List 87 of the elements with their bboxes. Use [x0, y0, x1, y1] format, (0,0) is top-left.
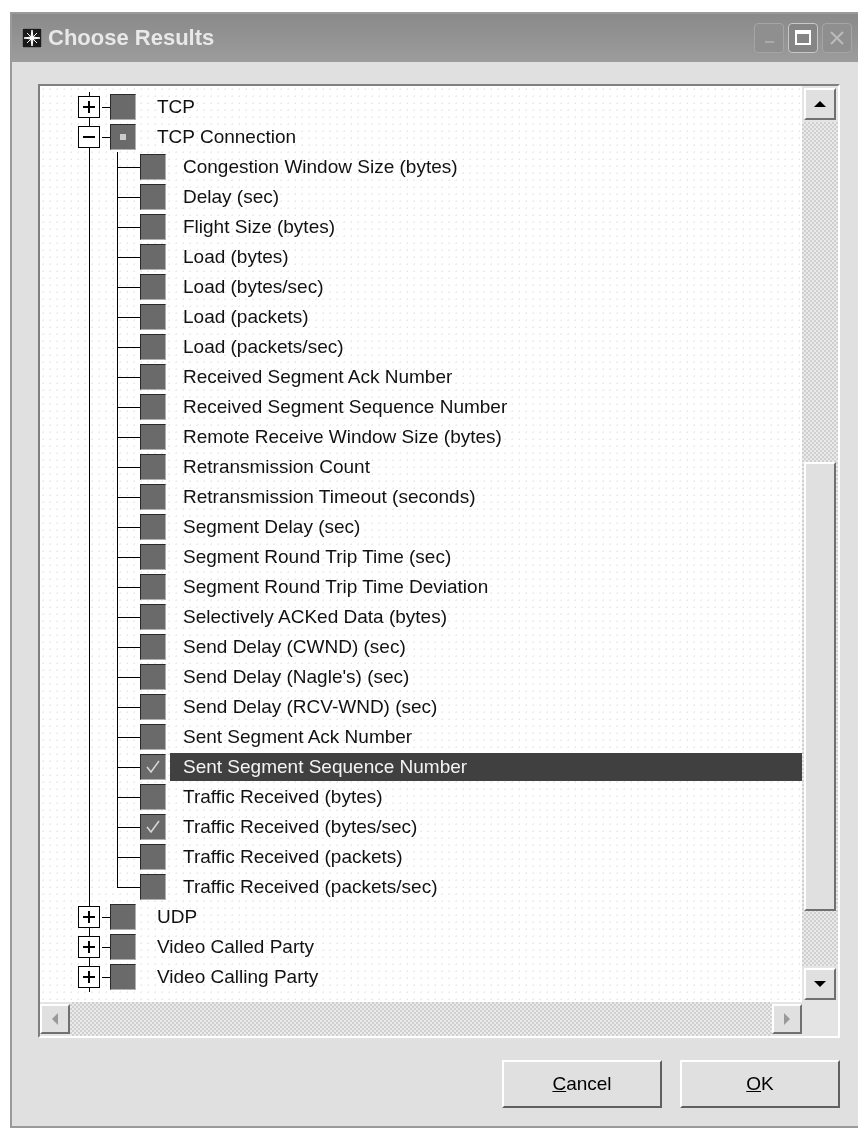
plus-icon [83, 971, 95, 983]
checkbox[interactable] [140, 874, 166, 900]
horizontal-scrollbar[interactable] [40, 1002, 838, 1036]
tree-item[interactable]: Video Called Party [153, 933, 319, 961]
expand-toggle[interactable] [78, 126, 100, 148]
tree-item[interactable]: TCP [153, 93, 199, 121]
checkbox[interactable] [140, 454, 166, 480]
expand-toggle[interactable] [78, 966, 100, 988]
tree-item[interactable]: Load (packets) [170, 303, 802, 331]
scroll-down-button[interactable] [804, 968, 836, 1000]
tree-item[interactable]: Received Segment Ack Number [170, 363, 802, 391]
checkbox[interactable] [140, 394, 166, 420]
up-arrow-icon [813, 100, 827, 108]
tree-item[interactable]: Segment Round Trip Time (sec) [170, 543, 802, 571]
cancel-button[interactable]: Cancel [502, 1060, 662, 1108]
tree-item[interactable]: Traffic Received (bytes) [170, 783, 802, 811]
tree-item[interactable]: Load (bytes/sec) [170, 273, 802, 301]
scroll-right-button[interactable] [772, 1004, 802, 1034]
checkbox[interactable] [110, 934, 136, 960]
checkbox[interactable] [140, 514, 166, 540]
tree-item[interactable]: Congestion Window Size (bytes) [170, 153, 802, 181]
tree-item[interactable]: Load (bytes) [170, 243, 802, 271]
right-arrow-icon [783, 1012, 791, 1026]
tree-item[interactable]: Sent Segment Ack Number [170, 723, 802, 751]
tree-item[interactable]: Received Segment Sequence Number [170, 393, 802, 421]
plus-icon [83, 941, 95, 953]
tree-item[interactable]: TCP Connection [153, 123, 301, 151]
left-arrow-icon [51, 1012, 59, 1026]
checkbox[interactable] [140, 184, 166, 210]
window-title: Choose Results [48, 25, 216, 51]
tree-item[interactable]: Sent Segment Sequence Number [170, 753, 802, 781]
tree-item[interactable]: Flight Size (bytes) [170, 213, 802, 241]
checkbox[interactable] [140, 664, 166, 690]
checkbox[interactable] [140, 694, 166, 720]
checkbox[interactable] [110, 124, 136, 150]
tree-item[interactable]: Send Delay (CWND) (sec) [170, 633, 802, 661]
scroll-left-button[interactable] [40, 1004, 70, 1034]
tree-item[interactable]: Selectively ACKed Data (bytes) [170, 603, 802, 631]
tree-item[interactable]: Remote Receive Window Size (bytes) [170, 423, 802, 451]
checkbox[interactable] [140, 244, 166, 270]
tree-item[interactable]: Traffic Received (packets/sec) [170, 873, 802, 901]
tree-item[interactable]: UDP [153, 903, 202, 931]
checkbox[interactable] [140, 814, 166, 840]
checkbox[interactable] [140, 754, 166, 780]
plus-icon [83, 911, 95, 923]
vertical-scrollbar[interactable] [802, 86, 838, 1002]
scroll-thumb[interactable] [804, 462, 836, 911]
checkbox[interactable] [140, 334, 166, 360]
checkbox[interactable] [140, 634, 166, 660]
tree-item[interactable]: Retransmission Timeout (seconds) [170, 483, 802, 511]
checkbox[interactable] [140, 424, 166, 450]
tree-item[interactable]: Delay (sec) [170, 183, 802, 211]
maximize-button[interactable] [788, 23, 818, 53]
tree-item[interactable]: Segment Round Trip Time Deviation [170, 573, 802, 601]
scroll-up-button[interactable] [804, 88, 836, 120]
checkbox[interactable] [140, 604, 166, 630]
tree-item[interactable]: Segment Delay (sec) [170, 513, 802, 541]
star-icon [22, 28, 42, 48]
expand-toggle[interactable] [78, 96, 100, 118]
maximize-icon [793, 28, 813, 48]
checkbox[interactable] [140, 784, 166, 810]
expand-toggle[interactable] [78, 906, 100, 928]
checkbox[interactable] [110, 904, 136, 930]
tree-item[interactable]: Load (packets/sec) [170, 333, 802, 361]
tree-item[interactable]: Send Delay (RCV-WND) (sec) [170, 693, 802, 721]
tree-item[interactable]: Video Calling Party [153, 963, 323, 991]
plus-icon [83, 101, 95, 113]
tree-item[interactable]: Retransmission Count [170, 453, 802, 481]
checkbox[interactable] [140, 844, 166, 870]
checkbox[interactable] [140, 724, 166, 750]
minus-icon [83, 136, 95, 138]
checkbox[interactable] [110, 964, 136, 990]
down-arrow-icon [813, 980, 827, 988]
ok-button[interactable]: OK [680, 1060, 840, 1108]
checkbox[interactable] [140, 544, 166, 570]
checkbox[interactable] [140, 214, 166, 240]
checkbox[interactable] [140, 484, 166, 510]
tree-item[interactable]: Traffic Received (packets) [170, 843, 802, 871]
checkbox[interactable] [140, 304, 166, 330]
tree-item[interactable]: Send Delay (Nagle's) (sec) [170, 663, 802, 691]
tree-item[interactable]: Traffic Received (bytes/sec) [170, 813, 802, 841]
checkbox[interactable] [140, 274, 166, 300]
expand-toggle[interactable] [78, 936, 100, 958]
checkbox[interactable] [140, 364, 166, 390]
checkbox[interactable] [140, 574, 166, 600]
checkbox[interactable] [110, 94, 136, 120]
checkbox[interactable] [140, 154, 166, 180]
